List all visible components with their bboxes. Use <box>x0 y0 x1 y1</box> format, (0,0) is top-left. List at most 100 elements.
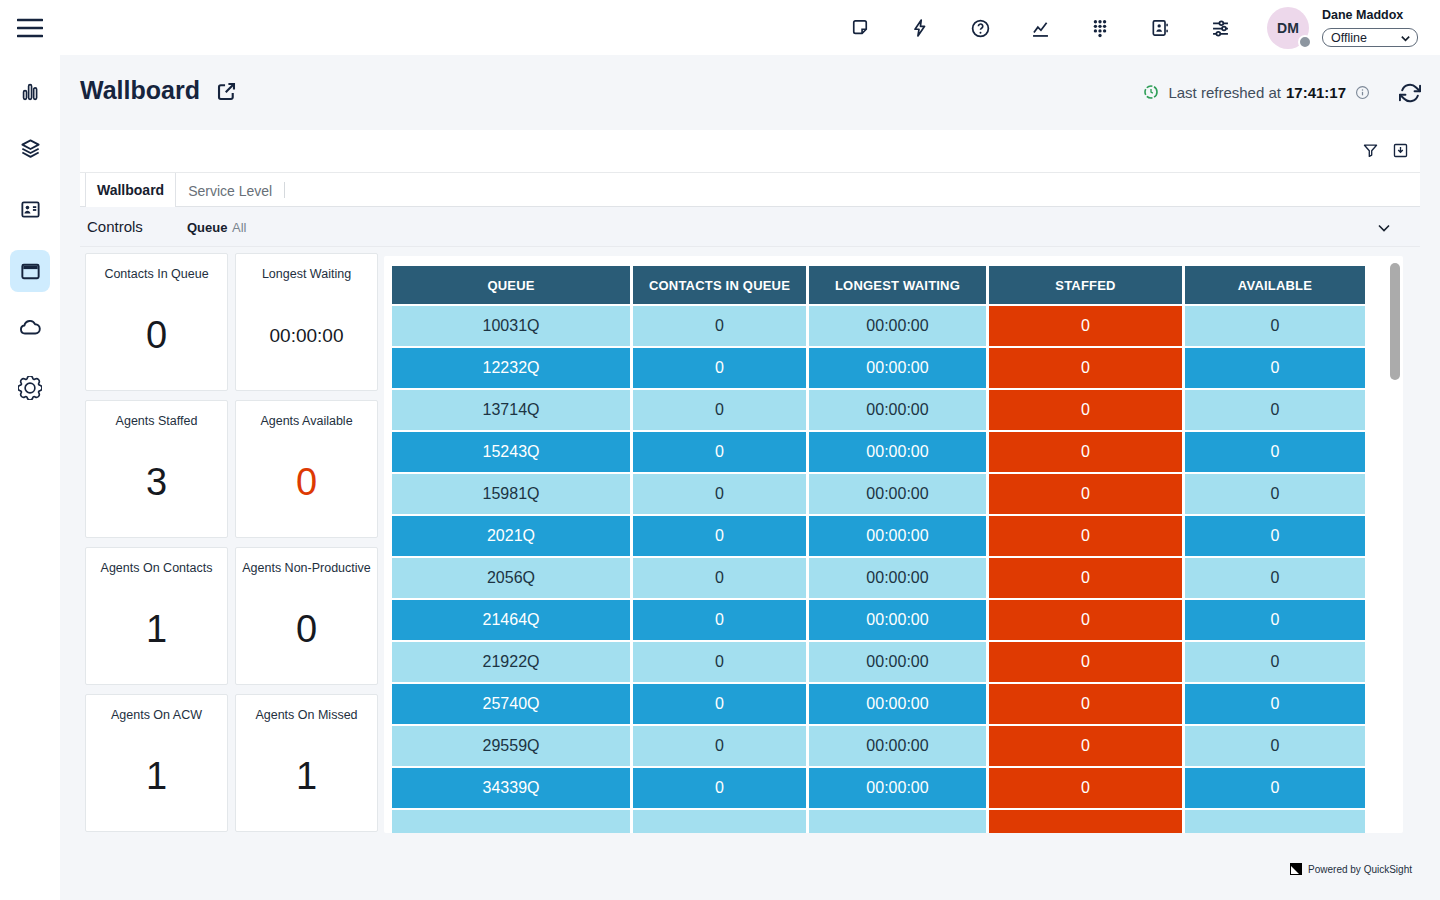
info-icon[interactable] <box>1355 85 1370 100</box>
table-row: 21922Q000:00:0000 <box>392 642 1365 682</box>
queue-cell <box>392 810 630 833</box>
value-cell: 0 <box>633 558 806 598</box>
kpi-card: Agents Available0 <box>235 400 378 538</box>
open-in-new-icon[interactable] <box>214 79 238 103</box>
queue-table: QUEUECONTACTS IN QUEUELONGEST WAITINGSTA… <box>389 264 1368 833</box>
dialpad-icon[interactable] <box>1082 10 1118 46</box>
value-cell: 0 <box>989 600 1182 640</box>
value-cell: 0 <box>989 726 1182 766</box>
value-cell: 0 <box>633 474 806 514</box>
status-select[interactable]: Offline <box>1322 28 1418 47</box>
queue-cell: 2056Q <box>392 558 630 598</box>
refresh-status-icon <box>1143 84 1159 100</box>
value-cell: 0 <box>989 768 1182 808</box>
table-row <box>392 810 1365 833</box>
sidebar-item-contacts[interactable] <box>14 193 46 225</box>
download-icon[interactable] <box>1390 140 1410 160</box>
hamburger-menu-icon[interactable] <box>14 14 46 42</box>
value-cell <box>809 810 986 833</box>
table-row: 29559Q000:00:0000 <box>392 726 1365 766</box>
sidebar-item-cloud[interactable] <box>14 312 46 344</box>
queue-filter-value[interactable]: All <box>232 220 246 235</box>
controls-bar: Controls Queue All <box>80 207 1420 247</box>
controls-collapse-icon[interactable] <box>1376 220 1392 236</box>
value-cell: 0 <box>989 306 1182 346</box>
kpi-value: 1 <box>296 755 317 798</box>
value-cell: 0 <box>989 432 1182 472</box>
directory-icon[interactable] <box>1142 10 1178 46</box>
metrics-icon[interactable] <box>1022 10 1058 46</box>
value-cell: 00:00:00 <box>809 306 986 346</box>
value-cell: 0 <box>633 432 806 472</box>
kpi-label: Agents Staffed <box>116 414 198 428</box>
value-cell: 0 <box>1185 474 1365 514</box>
value-cell: 0 <box>633 600 806 640</box>
table-row: 15981Q000:00:0000 <box>392 474 1365 514</box>
bolt-icon[interactable] <box>902 10 938 46</box>
table-row: 12232Q000:00:0000 <box>392 348 1365 388</box>
controls-label: Controls <box>87 218 143 235</box>
kpi-label: Agents On ACW <box>111 708 202 722</box>
queue-cell: 34339Q <box>392 768 630 808</box>
tab-service-level[interactable]: Service Level <box>176 173 284 208</box>
kpi-label: Agents On Missed <box>255 708 357 722</box>
queue-cell: 15243Q <box>392 432 630 472</box>
value-cell: 00:00:00 <box>809 432 986 472</box>
kpi-card: Contacts In Queue0 <box>85 253 228 391</box>
table-scrollbar-thumb[interactable] <box>1390 263 1400 380</box>
value-cell: 0 <box>1185 432 1365 472</box>
table-row: 15243Q000:00:0000 <box>392 432 1365 472</box>
note-icon[interactable] <box>842 10 878 46</box>
value-cell: 0 <box>1185 558 1365 598</box>
kpi-label: Agents Non-Productive <box>242 561 371 575</box>
column-header: LONGEST WAITING <box>809 266 986 304</box>
sidebar-item-analytics[interactable] <box>14 76 46 108</box>
queue-cell: 2021Q <box>392 516 630 556</box>
kpi-card: Agents Staffed3 <box>85 400 228 538</box>
column-header: STAFFED <box>989 266 1182 304</box>
sidebar-item-settings[interactable] <box>14 372 46 404</box>
value-cell: 0 <box>989 558 1182 598</box>
table-row: 2056Q000:00:0000 <box>392 558 1365 598</box>
column-header: QUEUE <box>392 266 630 304</box>
value-cell: 0 <box>1185 684 1365 724</box>
sidebar-item-wallboard[interactable] <box>10 250 50 292</box>
kpi-card: Agents Non-Productive0 <box>235 547 378 685</box>
kpi-value: 1 <box>146 608 167 651</box>
value-cell: 00:00:00 <box>809 558 986 598</box>
filter-icon[interactable] <box>1360 140 1380 160</box>
kpi-card: Longest Waiting00:00:00 <box>235 253 378 391</box>
queue-cell: 21922Q <box>392 642 630 682</box>
last-refreshed: Last refreshed at 17:41:17 <box>1143 83 1370 101</box>
kpi-label: Longest Waiting <box>262 267 351 281</box>
value-cell: 0 <box>989 684 1182 724</box>
value-cell: 0 <box>989 348 1182 388</box>
value-cell: 0 <box>633 390 806 430</box>
help-icon[interactable] <box>962 10 998 46</box>
queue-cell: 25740Q <box>392 684 630 724</box>
queue-cell: 13714Q <box>392 390 630 430</box>
last-refreshed-label: Last refreshed at <box>1168 84 1281 101</box>
queue-cell: 21464Q <box>392 600 630 640</box>
sliders-icon[interactable] <box>1202 10 1238 46</box>
avatar-initials: DM <box>1277 20 1299 36</box>
table-row: 13714Q000:00:0000 <box>392 390 1365 430</box>
table-row: 10031Q000:00:0000 <box>392 306 1365 346</box>
kpi-label: Agents Available <box>260 414 352 428</box>
value-cell: 0 <box>989 516 1182 556</box>
value-cell: 0 <box>633 348 806 388</box>
value-cell: 00:00:00 <box>809 516 986 556</box>
refresh-icon[interactable] <box>1398 81 1422 105</box>
value-cell: 00:00:00 <box>809 768 986 808</box>
value-cell: 0 <box>1185 768 1365 808</box>
value-cell: 00:00:00 <box>809 642 986 682</box>
quicksight-logo-icon <box>1290 863 1302 875</box>
kpi-card: Agents On Missed 1 <box>235 694 378 832</box>
tab-separator <box>284 182 285 198</box>
tab-wallboard[interactable]: Wallboard <box>85 173 176 208</box>
sidebar-item-layers[interactable] <box>14 132 46 164</box>
value-cell: 0 <box>633 306 806 346</box>
kpi-label: Agents On Contacts <box>101 561 213 575</box>
table-header-row: QUEUECONTACTS IN QUEUELONGEST WAITINGSTA… <box>392 266 1365 304</box>
dashboard-toolbar <box>80 130 1420 173</box>
